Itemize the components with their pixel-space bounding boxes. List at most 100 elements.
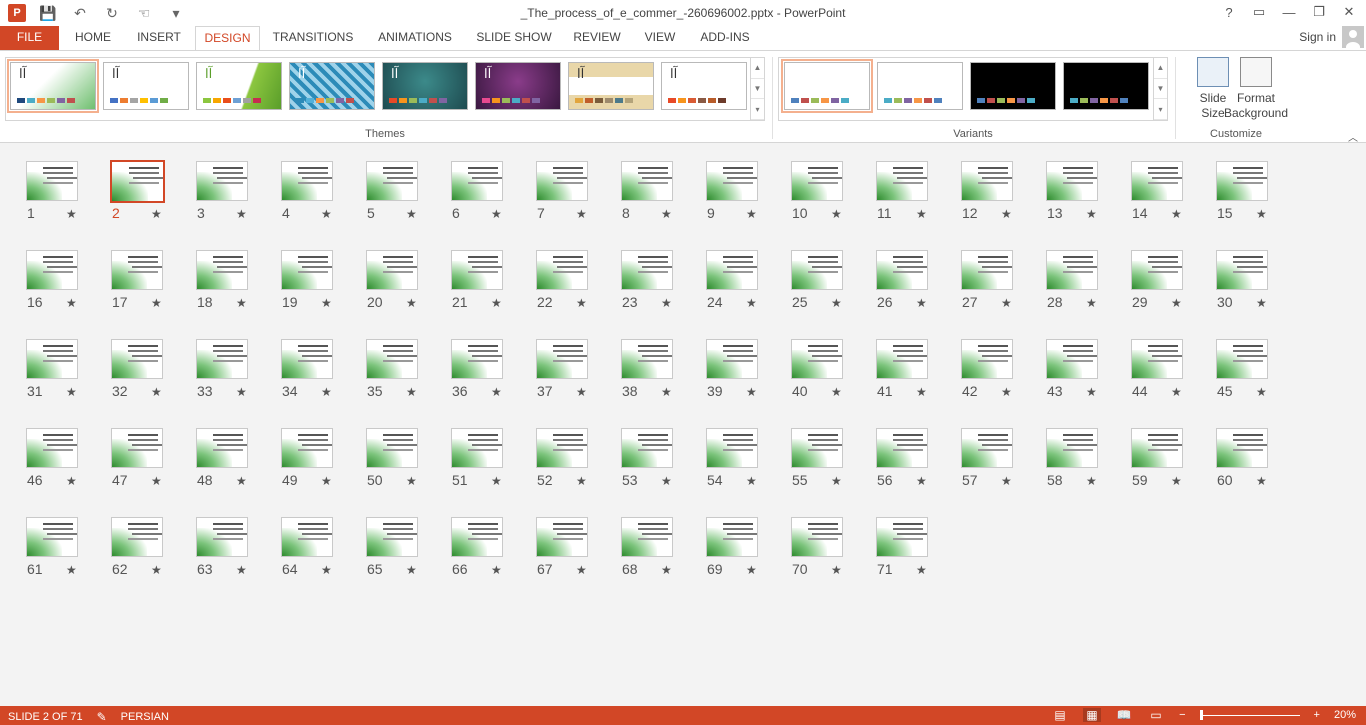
slide-thumbnail[interactable] xyxy=(961,161,1013,201)
slide-transition-star-icon[interactable]: ★ xyxy=(491,207,502,221)
slide-transition-star-icon[interactable]: ★ xyxy=(916,563,927,577)
slide-thumbnail[interactable] xyxy=(451,428,503,468)
slide-transition-star-icon[interactable]: ★ xyxy=(1001,474,1012,488)
slide-thumbnail[interactable] xyxy=(1131,428,1183,468)
variant-thumbnail[interactable] xyxy=(970,62,1056,110)
slide-thumbnail[interactable] xyxy=(26,339,78,379)
slide-transition-star-icon[interactable]: ★ xyxy=(746,385,757,399)
slide-transition-star-icon[interactable]: ★ xyxy=(1086,296,1097,310)
slide-thumbnail[interactable] xyxy=(1131,161,1183,201)
slide-thumbnail[interactable] xyxy=(281,428,333,468)
tab-slide-show[interactable]: SLIDE SHOW xyxy=(472,26,556,50)
slide-thumbnail[interactable] xyxy=(110,160,165,203)
slide-transition-star-icon[interactable]: ★ xyxy=(661,474,672,488)
slide-thumbnail[interactable] xyxy=(451,517,503,557)
slide-transition-star-icon[interactable]: ★ xyxy=(1171,385,1182,399)
theme-thumbnail[interactable]: آا xyxy=(196,62,282,110)
slide-transition-star-icon[interactable]: ★ xyxy=(236,296,247,310)
slide-transition-star-icon[interactable]: ★ xyxy=(576,563,587,577)
slide-thumbnail[interactable] xyxy=(26,161,78,201)
slide-transition-star-icon[interactable]: ★ xyxy=(406,207,417,221)
theme-thumbnail[interactable]: آا xyxy=(475,62,561,110)
theme-thumbnail[interactable]: آا xyxy=(103,62,189,110)
slide-transition-star-icon[interactable]: ★ xyxy=(746,207,757,221)
slide-thumbnail[interactable] xyxy=(536,161,588,201)
gallery-up-icon[interactable]: ▲ xyxy=(1154,58,1167,79)
slide-transition-star-icon[interactable]: ★ xyxy=(661,563,672,577)
tab-insert[interactable]: INSERT xyxy=(132,26,186,50)
reading-view-icon[interactable]: 📖 xyxy=(1115,708,1133,722)
slide-transition-star-icon[interactable]: ★ xyxy=(916,385,927,399)
slide-transition-star-icon[interactable]: ★ xyxy=(491,296,502,310)
slide-transition-star-icon[interactable]: ★ xyxy=(831,385,842,399)
slide-transition-star-icon[interactable]: ★ xyxy=(576,207,587,221)
slide-transition-star-icon[interactable]: ★ xyxy=(66,207,77,221)
slide-thumbnail[interactable] xyxy=(621,428,673,468)
slide-transition-star-icon[interactable]: ★ xyxy=(831,296,842,310)
slide-thumbnail[interactable] xyxy=(1216,161,1268,201)
slide-transition-star-icon[interactable]: ★ xyxy=(1001,296,1012,310)
slide-thumbnail[interactable] xyxy=(876,339,928,379)
sign-in-link[interactable]: Sign in xyxy=(1299,30,1336,44)
restore-icon[interactable]: ❐ xyxy=(1308,2,1330,22)
slide-transition-star-icon[interactable]: ★ xyxy=(151,385,162,399)
variant-thumbnail[interactable] xyxy=(877,62,963,110)
slide-transition-star-icon[interactable]: ★ xyxy=(1171,296,1182,310)
slide-thumbnail[interactable] xyxy=(1046,161,1098,201)
slide-thumbnail[interactable] xyxy=(111,250,163,290)
slide-transition-star-icon[interactable]: ★ xyxy=(576,296,587,310)
slide-thumbnail[interactable] xyxy=(111,428,163,468)
slide-transition-star-icon[interactable]: ★ xyxy=(576,385,587,399)
slide-thumbnail[interactable] xyxy=(536,250,588,290)
tab-home[interactable]: HOME xyxy=(68,26,118,50)
slide-thumbnail[interactable] xyxy=(196,161,248,201)
slide-transition-star-icon[interactable]: ★ xyxy=(831,474,842,488)
slide-thumbnail[interactable] xyxy=(791,517,843,557)
slide-thumbnail[interactable] xyxy=(281,339,333,379)
slide-thumbnail[interactable] xyxy=(196,517,248,557)
slide-thumbnail[interactable] xyxy=(1216,428,1268,468)
slide-transition-star-icon[interactable]: ★ xyxy=(66,474,77,488)
slide-transition-star-icon[interactable]: ★ xyxy=(406,474,417,488)
tab-design[interactable]: DESIGN xyxy=(195,26,260,51)
slide-thumbnail[interactable] xyxy=(791,428,843,468)
slide-thumbnail[interactable] xyxy=(876,428,928,468)
slide-thumbnail[interactable] xyxy=(621,250,673,290)
slide-thumbnail[interactable] xyxy=(111,339,163,379)
slide-thumbnail[interactable] xyxy=(281,161,333,201)
slide-thumbnail[interactable] xyxy=(706,517,758,557)
slide-thumbnail[interactable] xyxy=(706,161,758,201)
slide-thumbnail[interactable] xyxy=(1216,250,1268,290)
gallery-more-icon[interactable]: ▾ xyxy=(751,99,764,121)
slide-transition-star-icon[interactable]: ★ xyxy=(1256,207,1267,221)
slide-transition-star-icon[interactable]: ★ xyxy=(831,207,842,221)
slide-transition-star-icon[interactable]: ★ xyxy=(916,207,927,221)
slide-thumbnail[interactable] xyxy=(876,250,928,290)
slide-thumbnail[interactable] xyxy=(791,161,843,201)
theme-thumbnail[interactable]: آا xyxy=(661,62,747,110)
minimize-icon[interactable]: — xyxy=(1278,2,1300,22)
zoom-out-button[interactable]: − xyxy=(1179,709,1185,721)
gallery-more-icon[interactable]: ▾ xyxy=(1154,99,1167,121)
slide-thumbnail[interactable] xyxy=(536,339,588,379)
slide-thumbnail[interactable] xyxy=(961,250,1013,290)
slide-transition-star-icon[interactable]: ★ xyxy=(1086,207,1097,221)
slide-transition-star-icon[interactable]: ★ xyxy=(1256,385,1267,399)
theme-thumbnail[interactable]: آا xyxy=(382,62,468,110)
slide-transition-star-icon[interactable]: ★ xyxy=(151,474,162,488)
slide-thumbnail[interactable] xyxy=(366,517,418,557)
zoom-slider[interactable] xyxy=(1199,708,1300,722)
slide-transition-star-icon[interactable]: ★ xyxy=(236,474,247,488)
theme-thumbnail[interactable]: آا xyxy=(7,59,99,113)
slide-thumbnail[interactable] xyxy=(706,428,758,468)
slide-transition-star-icon[interactable]: ★ xyxy=(1256,474,1267,488)
slide-thumbnail[interactable] xyxy=(26,250,78,290)
slide-thumbnail[interactable] xyxy=(451,161,503,201)
slide-transition-star-icon[interactable]: ★ xyxy=(321,385,332,399)
zoom-in-button[interactable]: + xyxy=(1314,709,1320,721)
slide-thumbnail[interactable] xyxy=(706,339,758,379)
slide-thumbnail[interactable] xyxy=(111,517,163,557)
slide-thumbnail[interactable] xyxy=(281,250,333,290)
slide-transition-star-icon[interactable]: ★ xyxy=(746,563,757,577)
slide-thumbnail[interactable] xyxy=(26,428,78,468)
